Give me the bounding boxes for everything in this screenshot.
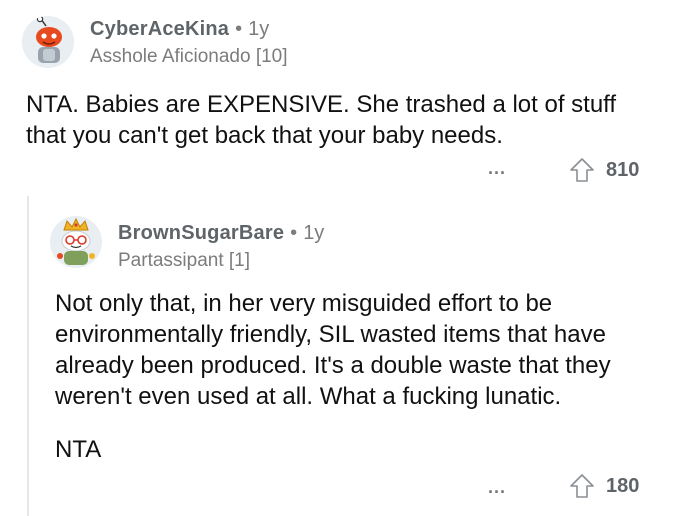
comment-age: 1y: [303, 222, 325, 244]
upvote-arrow-icon[interactable]: [568, 472, 596, 500]
comment-verdict: NTA: [55, 436, 102, 463]
comment-body-line: weren't even used at all. What a fucking…: [55, 383, 562, 410]
comment-body-line: NTA. Babies are EXPENSIVE. She trashed a…: [26, 91, 617, 118]
comment-body-line: already been produced. It's a double was…: [55, 352, 611, 379]
upvote-count: 180: [606, 474, 640, 497]
comment-body-line: environmentally friendly, SIL wasted ite…: [55, 321, 606, 348]
upvote-count: 810: [606, 158, 640, 181]
snoo-crown-avatar-icon: [50, 216, 102, 268]
comment-body: NTA. Babies are EXPENSIVE. She trashed a…: [26, 89, 686, 151]
meta-separator: •: [290, 222, 298, 244]
upvote-control: 180: [568, 472, 639, 500]
more-options-button[interactable]: ...: [488, 158, 506, 179]
meta-separator: •: [235, 18, 243, 40]
more-options-button[interactable]: ...: [488, 477, 506, 498]
comment-age: 1y: [248, 18, 270, 40]
username[interactable]: BrownSugarBare: [118, 222, 284, 244]
upvote-control: 810: [568, 156, 639, 184]
user-flair: Asshole Aficionado [10]: [90, 46, 288, 67]
thread-line[interactable]: [27, 196, 29, 516]
user-flair: Partassipant [1]: [118, 250, 251, 271]
comment-body-line: that you can't get back that your baby n…: [26, 122, 503, 149]
username[interactable]: CyberAceKina: [90, 18, 229, 40]
comment-body-line: Not only that, in her very misguided eff…: [55, 290, 553, 317]
snoo-avatar-icon: [22, 16, 74, 68]
avatar[interactable]: [22, 16, 74, 68]
comment-body: Not only that, in her very misguided eff…: [55, 288, 685, 412]
upvote-arrow-icon[interactable]: [568, 156, 596, 184]
avatar[interactable]: [50, 216, 102, 268]
